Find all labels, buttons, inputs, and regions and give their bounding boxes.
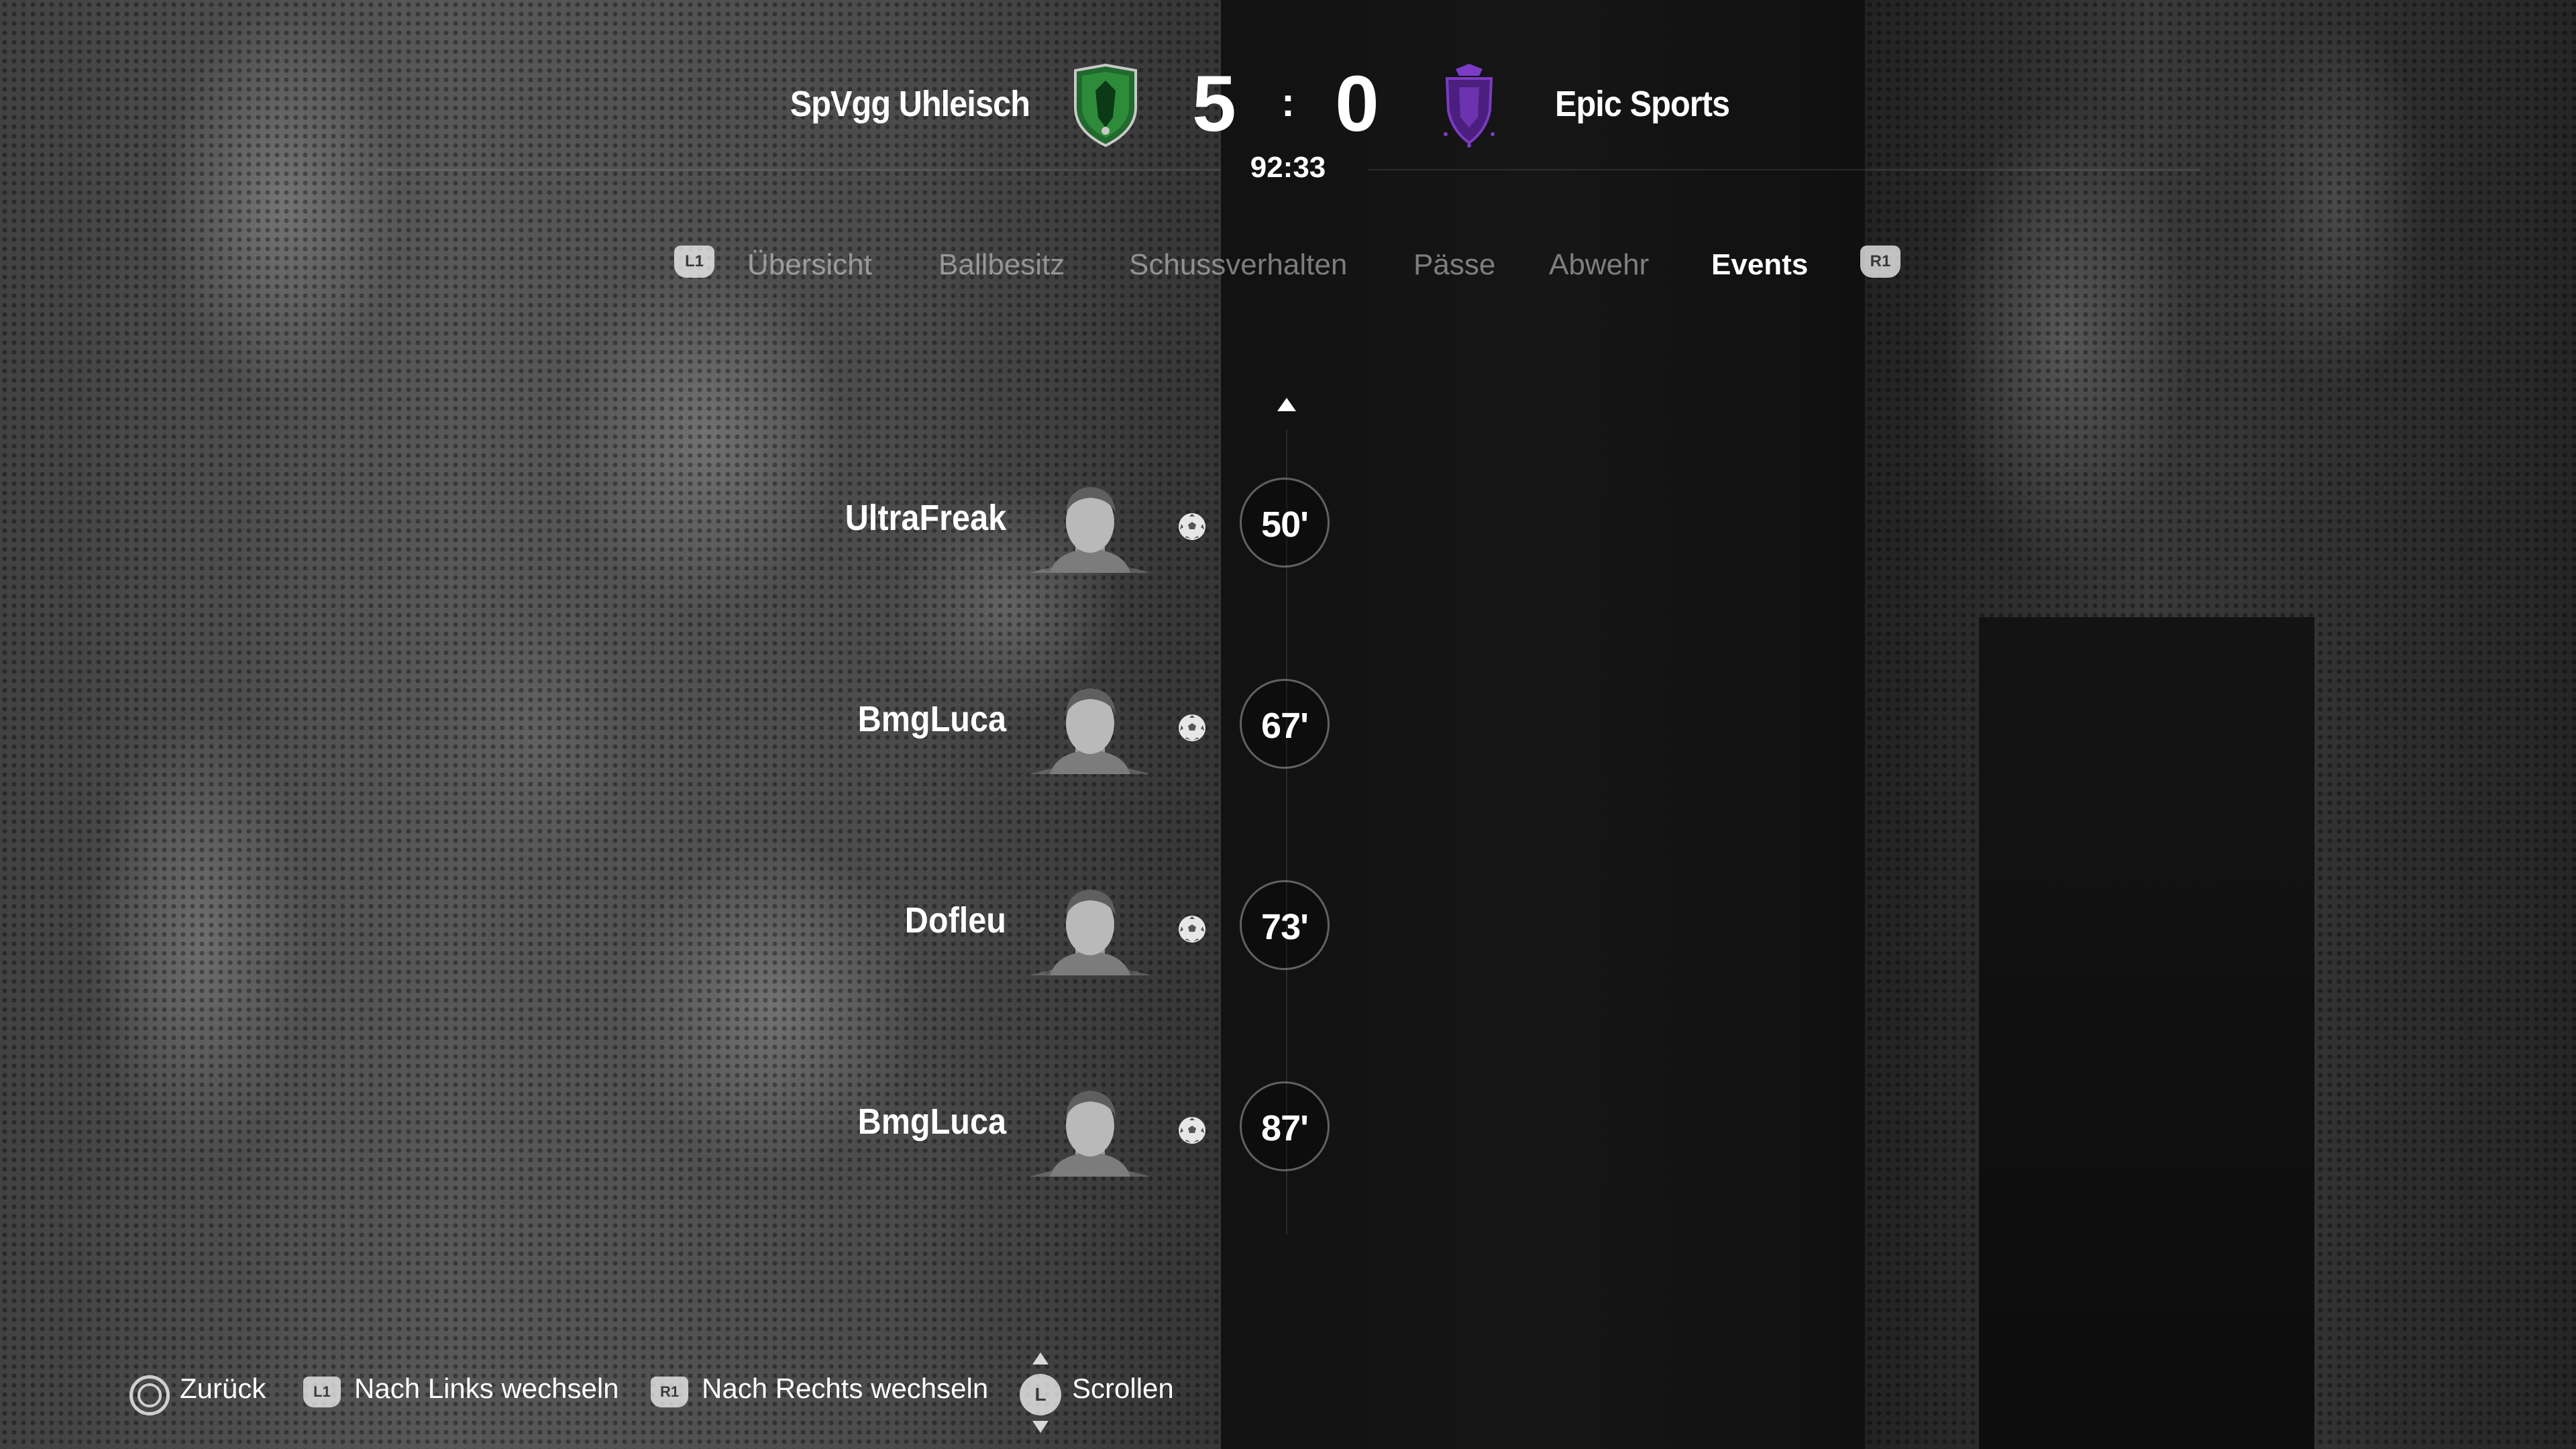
tab-events[interactable]: Events <box>1711 248 1808 282</box>
tab-ubersicht[interactable]: Übersicht <box>747 248 872 282</box>
event-row[interactable]: BmgLuca 67' <box>0 675 2576 775</box>
match-clock: 92:33 <box>1250 151 1326 184</box>
football-icon <box>1179 1117 1205 1144</box>
event-player-name: BmgLuca <box>857 699 1006 739</box>
player-avatar-icon <box>1030 890 1150 975</box>
football-icon <box>1179 513 1205 540</box>
scroll-hint-label[interactable]: Scrollen <box>1072 1373 1174 1405</box>
player-avatar-icon <box>1030 487 1150 573</box>
event-player-name: UltraFreak <box>845 498 1006 538</box>
football-icon <box>1179 714 1205 741</box>
player-avatar-icon <box>1030 688 1150 774</box>
tab-abwehr[interactable]: Abwehr <box>1549 248 1649 282</box>
header-divider-left <box>376 169 1221 170</box>
r1-button-icon[interactable]: R1 <box>1860 246 1900 278</box>
home-score: 5 <box>1192 60 1236 148</box>
tab-schussverhalten[interactable]: Schussverhalten <box>1129 248 1347 282</box>
home-team-crest-icon <box>1074 64 1137 148</box>
controller-hints-bar: Zurück L1 Nach Links wechseln R1 Nach Re… <box>0 1352 2576 1433</box>
event-row[interactable]: Dofleu 73' <box>0 876 2576 977</box>
stick-down-arrow-icon <box>1032 1421 1049 1433</box>
stats-tab-bar: L1 Übersicht Ballbesitz Schussverhalten … <box>0 241 2576 295</box>
score-separator: : <box>1281 80 1295 125</box>
switch-left-hint-label[interactable]: Nach Links wechseln <box>354 1373 619 1405</box>
scroll-up-arrow-icon[interactable] <box>1277 398 1296 411</box>
event-minute: 50' <box>1240 478 1330 568</box>
left-stick-icon[interactable]: L <box>1020 1374 1061 1415</box>
event-minute: 67' <box>1240 679 1330 769</box>
l1-button-icon[interactable]: L1 <box>303 1377 341 1407</box>
tab-passe[interactable]: Pässe <box>1413 248 1495 282</box>
switch-right-hint-label[interactable]: Nach Rechts wechseln <box>702 1373 988 1405</box>
r1-button-icon[interactable]: R1 <box>651 1377 688 1407</box>
header-divider-right <box>1368 169 2200 170</box>
event-minute: 73' <box>1240 880 1330 970</box>
stick-up-arrow-icon <box>1032 1352 1049 1364</box>
back-hint-label[interactable]: Zurück <box>180 1373 266 1405</box>
tab-ballbesitz[interactable]: Ballbesitz <box>938 248 1065 282</box>
away-score: 0 <box>1335 60 1379 148</box>
l1-button-icon[interactable]: L1 <box>674 246 714 278</box>
event-row[interactable]: UltraFreak 50' <box>0 474 2576 574</box>
event-player-name: Dofleu <box>904 900 1006 941</box>
home-team-name: SpVgg Uhleisch <box>790 84 1030 124</box>
event-player-name: BmgLuca <box>857 1102 1006 1142</box>
event-row[interactable]: BmgLuca 87' <box>0 1077 2576 1178</box>
circle-button-icon[interactable] <box>129 1375 170 1415</box>
player-avatar-icon <box>1030 1091 1150 1177</box>
away-team-crest-icon <box>1444 64 1495 148</box>
away-team-name: Epic Sports <box>1555 84 1730 124</box>
football-icon <box>1179 916 1205 943</box>
event-minute: 87' <box>1240 1081 1330 1171</box>
